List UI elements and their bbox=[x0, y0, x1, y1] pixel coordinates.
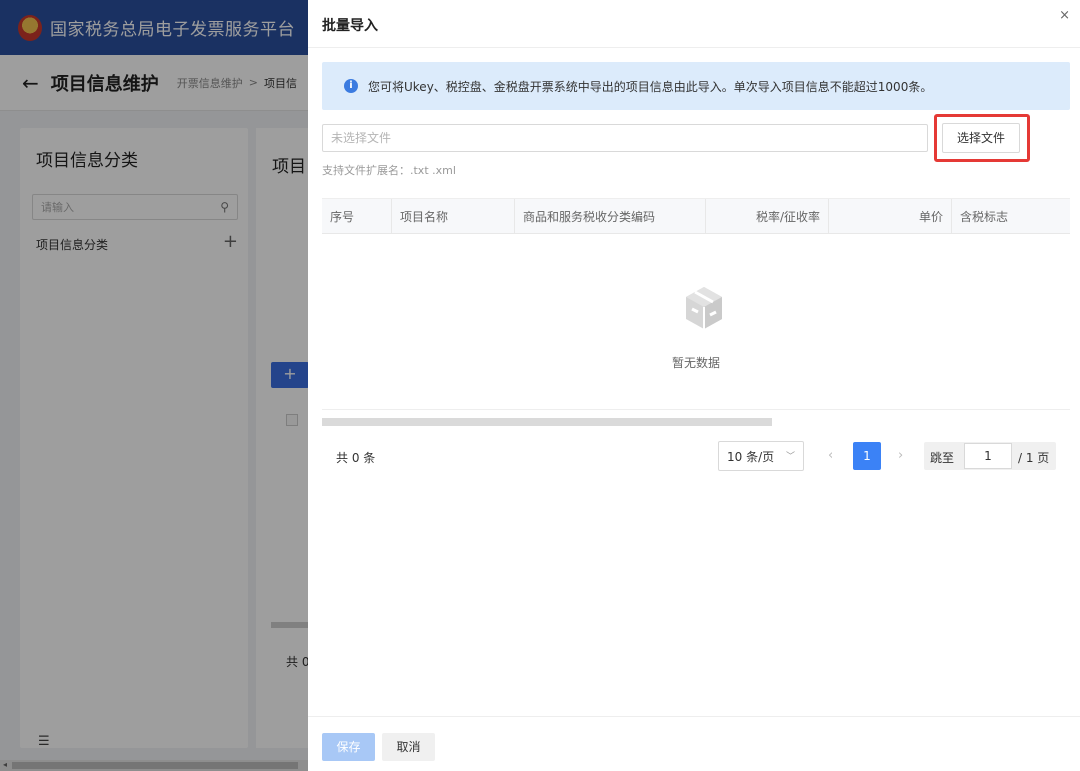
column-header-tax-rate: 税率/征收率 bbox=[706, 199, 829, 233]
total-pages: / 1 页 bbox=[1018, 451, 1050, 465]
table-header: 序号 项目名称 商品和服务税收分类编码 税率/征收率 单价 含税标志 bbox=[322, 198, 1070, 234]
alert-text: 您可将Ukey、税控盘、金税盘开票系统中导出的项目信息由此导入。单次导入项目信息… bbox=[368, 79, 933, 94]
file-name-input[interactable] bbox=[322, 124, 928, 152]
drawer-title: 批量导入 bbox=[322, 18, 378, 34]
chevron-down-icon: ﹀ bbox=[785, 452, 795, 462]
empty-state-text: 暂无数据 bbox=[671, 356, 720, 370]
save-button[interactable]: 保存 bbox=[322, 733, 375, 761]
page-jumper: 跳至 1 / 1 页 bbox=[924, 442, 1056, 470]
info-alert: i 您可将Ukey、税控盘、金税盘开票系统中导出的项目信息由此导入。单次导入项目… bbox=[322, 62, 1070, 110]
page-size-value: 10 条/页 bbox=[727, 449, 775, 464]
empty-box-icon bbox=[686, 287, 722, 329]
file-extension-hint: 支持文件扩展名：.txt .xml bbox=[322, 164, 456, 177]
import-preview-table: 序号 项目名称 商品和服务税收分类编码 税率/征收率 单价 含税标志 暂无数据 bbox=[322, 198, 1070, 410]
table-horizontal-scrollbar[interactable] bbox=[322, 418, 772, 426]
page-size-select[interactable]: 10 条/页 ﹀ bbox=[718, 441, 804, 471]
prev-page-icon[interactable]: ‹ bbox=[828, 448, 833, 463]
next-page-icon[interactable]: › bbox=[898, 448, 903, 463]
close-icon[interactable]: × bbox=[1059, 8, 1070, 23]
batch-import-drawer: 批量导入 × i 您可将Ukey、税控盘、金税盘开票系统中导出的项目信息由此导入… bbox=[308, 0, 1080, 771]
info-icon: i bbox=[344, 79, 358, 93]
page-number-current[interactable]: 1 bbox=[853, 442, 881, 470]
drawer-header: 批量导入 × bbox=[308, 0, 1080, 48]
column-header-tax-code: 商品和服务税收分类编码 bbox=[515, 199, 706, 233]
column-header-tax-flag: 含税标志 bbox=[960, 209, 1009, 224]
select-file-button[interactable]: 选择文件 bbox=[942, 123, 1020, 153]
column-header-index: 序号 bbox=[322, 199, 392, 233]
drawer-footer: 保存 取消 bbox=[308, 716, 1080, 771]
column-header-item-name: 项目名称 bbox=[392, 199, 515, 233]
jump-label: 跳至 bbox=[930, 451, 955, 465]
pagination-total: 共 0 条 bbox=[336, 451, 376, 465]
jump-page-input[interactable]: 1 bbox=[964, 443, 1012, 469]
cancel-button[interactable]: 取消 bbox=[382, 733, 435, 761]
column-header-unit-price: 单价 bbox=[829, 199, 952, 233]
empty-state: 暂无数据 bbox=[322, 236, 1070, 410]
